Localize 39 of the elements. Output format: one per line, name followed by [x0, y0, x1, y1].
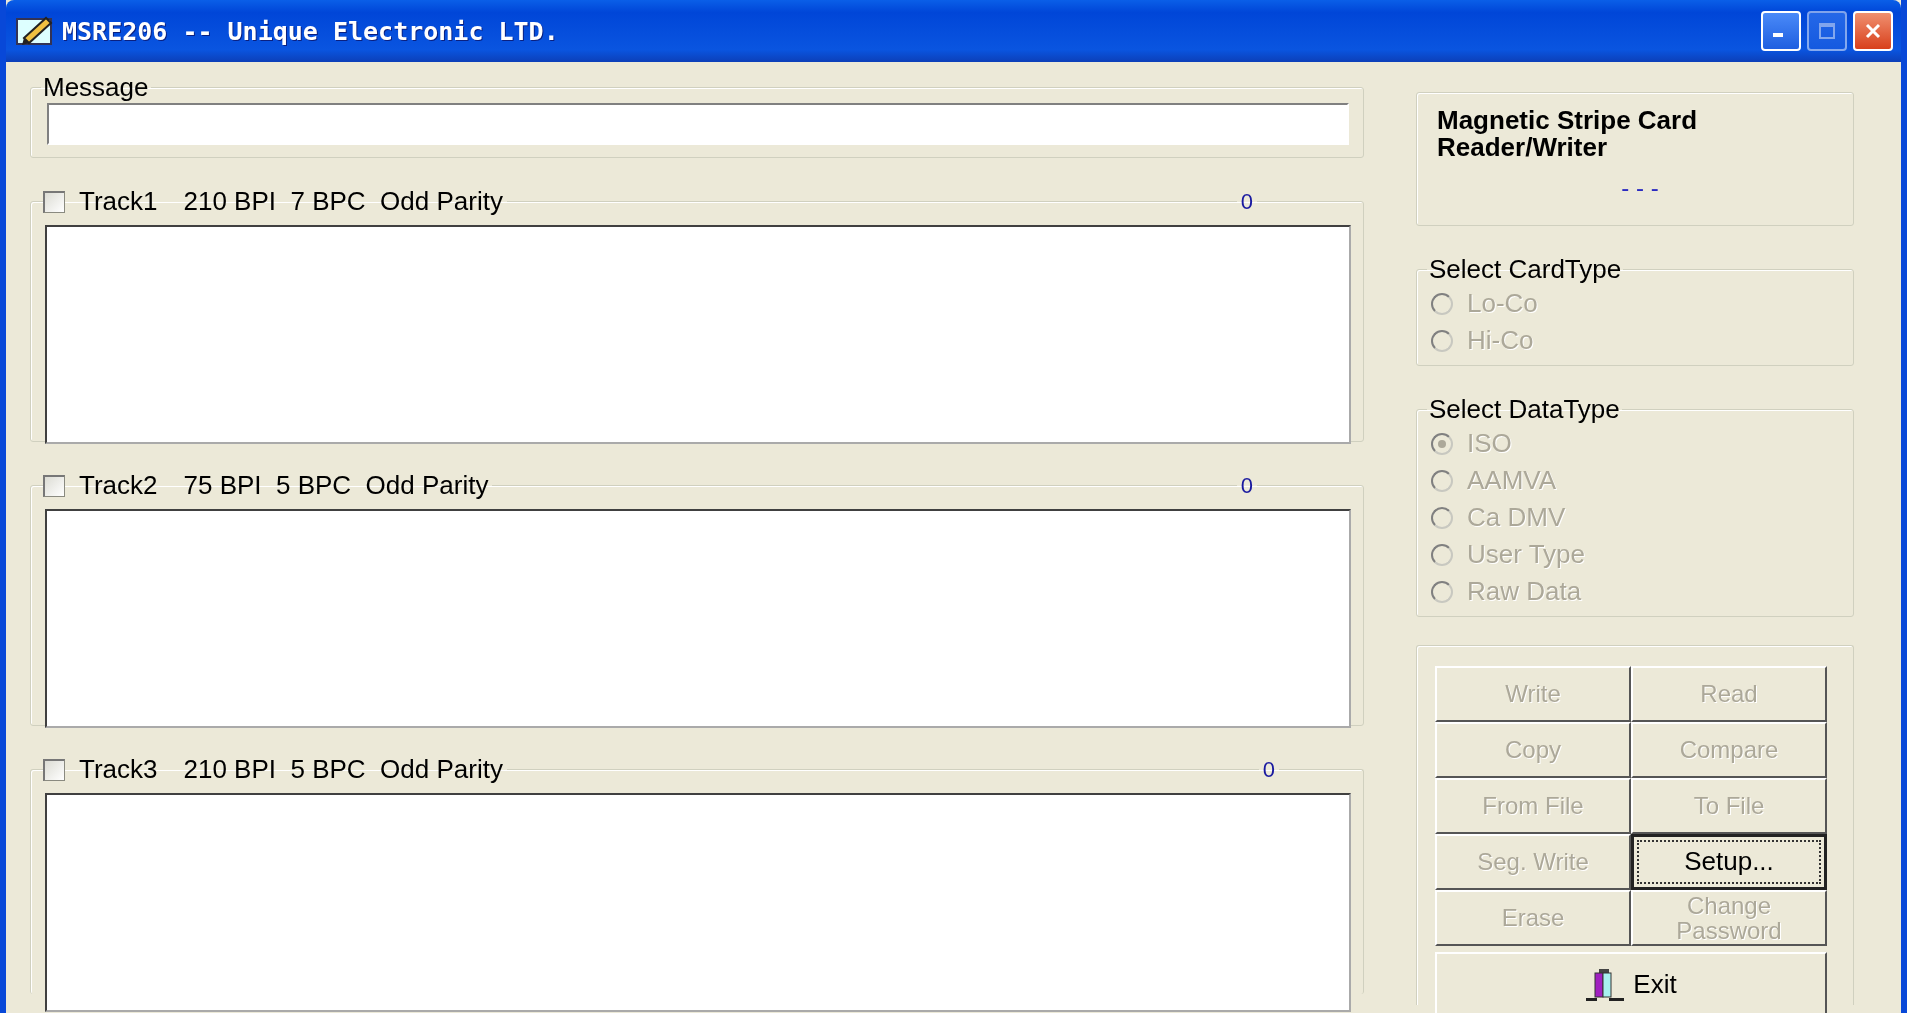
track-format: 210 BPI 7 BPC Odd Parity: [183, 186, 503, 217]
message-label: Message: [42, 72, 150, 103]
close-icon: [1864, 22, 1882, 40]
pencil-icon: [16, 16, 54, 46]
close-button[interactable]: [1853, 11, 1893, 51]
exit-button[interactable]: Exit: [1435, 952, 1827, 1013]
track-data-area[interactable]: [45, 225, 1351, 444]
track-count: 0: [1239, 188, 1254, 215]
minimize-button[interactable]: [1761, 11, 1801, 51]
maximize-button[interactable]: [1807, 11, 1847, 51]
track-data-area[interactable]: [45, 793, 1351, 1012]
track-checkbox[interactable]: [43, 190, 65, 213]
radio-label: Ca DMV: [1467, 502, 1566, 533]
track-label: Track2: [79, 470, 158, 501]
track-label: Track1: [79, 186, 158, 217]
track-format: 210 BPI 5 BPC Odd Parity: [183, 754, 503, 785]
radio-label: Lo-Co: [1467, 288, 1538, 319]
radio-label: User Type: [1467, 539, 1585, 570]
track-count: 0: [1261, 756, 1276, 783]
radio-label: Raw Data: [1467, 576, 1582, 607]
action-button[interactable]: Setup...: [1631, 834, 1827, 890]
status-text: - - -: [1621, 173, 1659, 202]
radio-label: Hi-Co: [1467, 325, 1534, 356]
radio-label: AAMVA: [1467, 465, 1557, 496]
minimize-icon: [1773, 33, 1783, 37]
radio-label: ISO: [1467, 428, 1512, 459]
maximize-icon: [1818, 22, 1836, 40]
track-checkbox[interactable]: [43, 758, 65, 781]
exit-icon: [1585, 968, 1626, 1002]
message-field[interactable]: [47, 103, 1349, 145]
track-checkbox[interactable]: [43, 474, 65, 497]
group-label: Select CardType: [1428, 254, 1623, 285]
track-count: 0: [1239, 472, 1254, 499]
window-title: MSRE206 -- Unique Electronic LTD.: [62, 16, 560, 46]
track-label: Track3: [79, 754, 158, 785]
group-label: Select DataType: [1428, 394, 1621, 425]
track-data-area[interactable]: [45, 509, 1351, 728]
app-heading: Magnetic Stripe Card Reader/Writer: [1437, 107, 1699, 162]
track-format: 75 BPI 5 BPC Odd Parity: [183, 470, 489, 501]
